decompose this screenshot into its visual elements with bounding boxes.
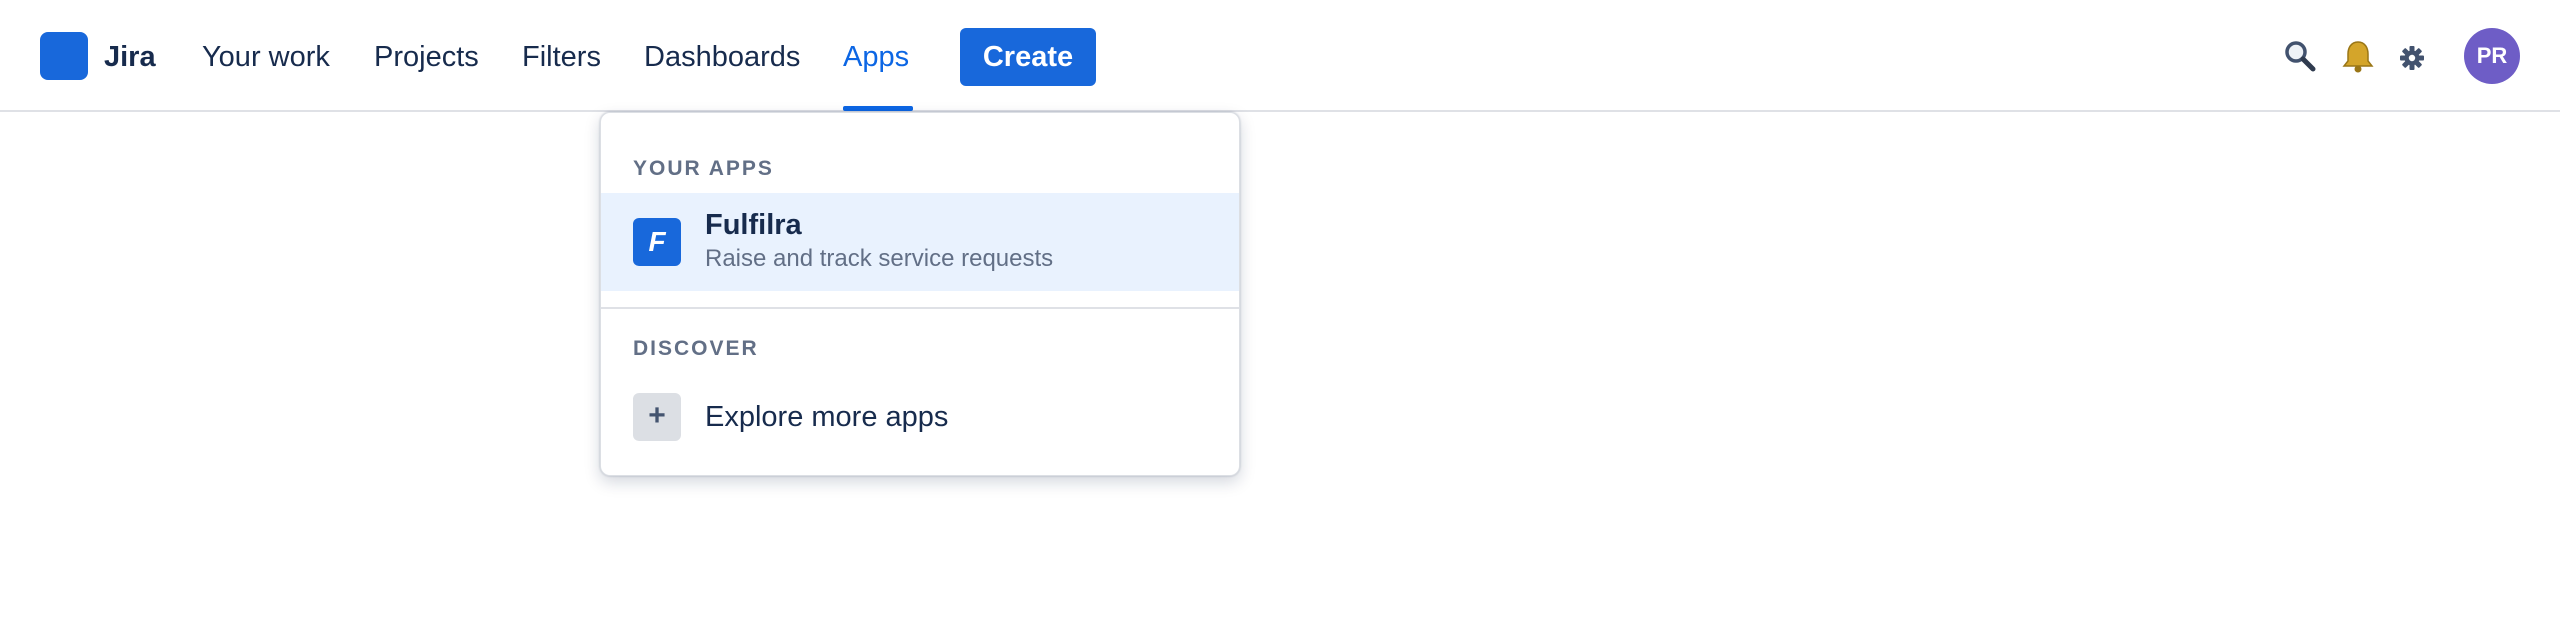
jira-logo-icon[interactable]: [40, 32, 88, 80]
app-name: Fulfilra: [705, 209, 802, 241]
explore-more-apps-label: Explore more apps: [705, 401, 949, 433]
brand-name[interactable]: Jira: [104, 0, 156, 112]
apps-dropdown-menu: YOUR APPS F Fulfilra Raise and track ser…: [600, 112, 1240, 476]
nav-projects[interactable]: Projects: [374, 0, 479, 112]
search-icon[interactable]: [2280, 36, 2320, 76]
plus-icon: +: [633, 393, 681, 441]
nav-dashboards[interactable]: Dashboards: [644, 0, 800, 112]
app-item-fulfilra[interactable]: F Fulfilra Raise and track service reque…: [601, 193, 1239, 291]
nav-your-work[interactable]: Your work: [202, 0, 330, 112]
app-description: Raise and track service requests: [705, 245, 1054, 272]
your-apps-heading: YOUR APPS: [633, 157, 774, 180]
discover-heading: DISCOVER: [633, 337, 759, 360]
explore-more-apps-item[interactable]: + Explore more apps: [601, 377, 1239, 457]
menu-divider: [601, 307, 1239, 309]
create-button[interactable]: Create: [960, 28, 1096, 86]
nav-apps[interactable]: Apps: [843, 0, 909, 112]
nav-filters[interactable]: Filters: [522, 0, 601, 112]
fulfilra-app-icon: F: [633, 218, 681, 266]
bell-icon[interactable]: [2338, 36, 2378, 76]
nav-active-indicator: [843, 106, 913, 111]
gear-icon[interactable]: [2394, 40, 2430, 76]
top-navigation-bar: Jira Your work Projects Filters Dashboar…: [0, 0, 2560, 112]
user-avatar[interactable]: PR: [2464, 28, 2520, 84]
